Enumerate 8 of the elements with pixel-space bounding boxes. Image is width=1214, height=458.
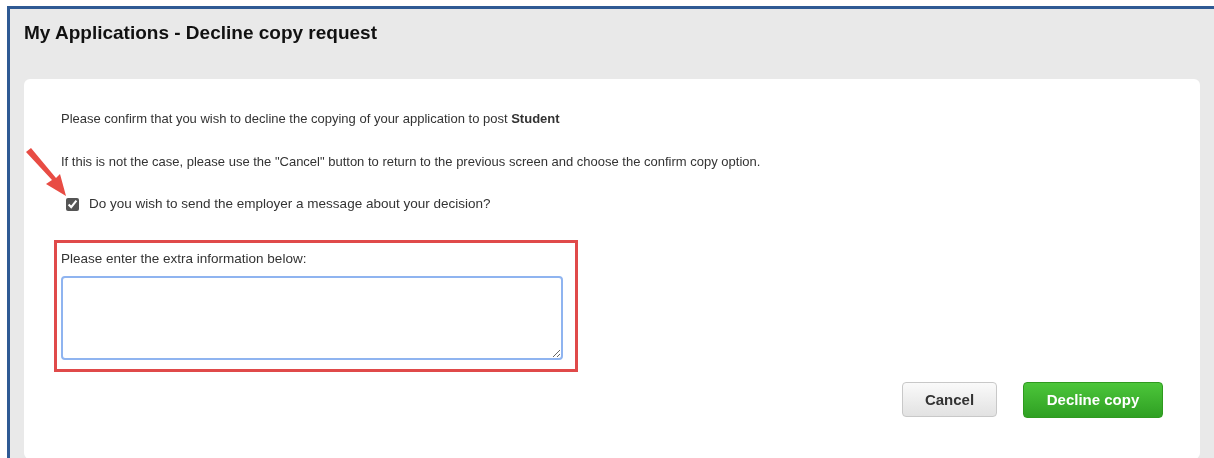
cancel-button[interactable]: Cancel — [902, 382, 997, 418]
page-title: My Applications - Decline copy request — [24, 21, 378, 45]
instruction-text: If this is not the case, please use the "Cancel" button to return to the previous screen and choose the confirm copy option. — [61, 153, 762, 171]
field-label: Please enter the extra information below: — [61, 250, 308, 269]
extra-info-field[interactable] — [61, 276, 563, 361]
checkbox-label: Do you wish to send the employer a message about your decision? — [89, 195, 491, 213]
message-checkbox[interactable] — [66, 197, 79, 211]
confirm-text: Please confirm that you wish to decline the copying of your application to post Student — [61, 110, 561, 128]
